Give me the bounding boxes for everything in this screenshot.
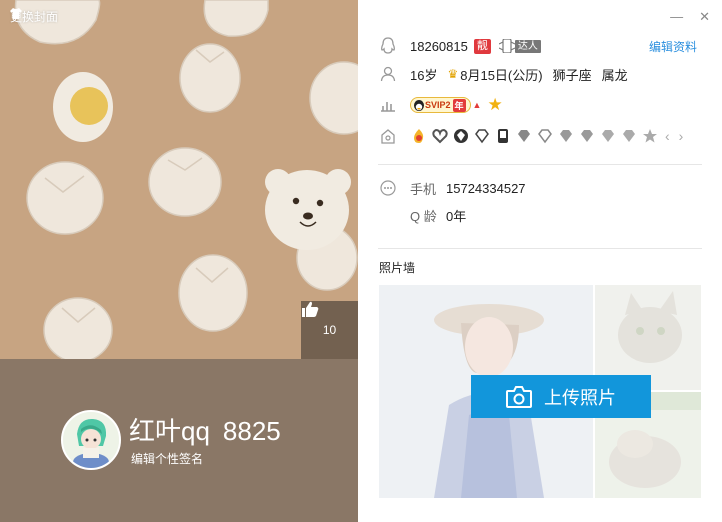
thumbs-up-icon	[302, 301, 319, 317]
up-arrow-icon: ▲	[472, 100, 482, 110]
shirt-icon	[10, 8, 22, 19]
like-count: 10	[322, 323, 337, 337]
diamond-badge-icon[interactable]	[557, 127, 575, 145]
qq-number-row: 18260815 靓 达人	[378, 36, 541, 56]
svip-badge[interactable]: SVIP2 年	[410, 97, 471, 113]
photo-wall: 上传照片	[379, 285, 701, 498]
diamond-badge-icon[interactable]	[578, 127, 596, 145]
minimize-button[interactable]: —	[670, 9, 683, 25]
like-button[interactable]: 10	[301, 301, 358, 359]
divider	[378, 164, 702, 165]
nickname-row: 红叶qq 8825	[129, 411, 301, 448]
signature-edit[interactable]: 编辑个性签名	[131, 450, 203, 467]
vip-row: SVIP2 年 ▲ ★	[378, 95, 503, 115]
heart-badge-icon[interactable]	[431, 127, 449, 145]
star-badge-icon[interactable]	[641, 127, 659, 145]
diamond-badge-icon[interactable]	[536, 127, 554, 145]
phone-row: 手机 15724334527	[378, 178, 526, 198]
badges-row: ‹ ›	[378, 126, 686, 146]
chevron-left-icon[interactable]: ‹	[665, 128, 670, 144]
right-panel: — ✕ 18260815 靓 达人 编辑资料 16岁 ♛ 8月15日(公历) 狮…	[358, 0, 722, 522]
qq-number: 18260815	[410, 38, 468, 54]
fire-badge-icon[interactable]	[410, 127, 428, 145]
mobile-badge-icon[interactable]	[494, 127, 512, 145]
person-icon	[378, 64, 398, 84]
qq-number-partial: 8825	[222, 416, 281, 446]
qage-label: Q 龄	[410, 209, 437, 224]
age: 16岁	[410, 67, 438, 83]
svip-label: SVIP2	[425, 100, 451, 110]
beauty-number-badge[interactable]: 靓	[473, 38, 491, 54]
level-chart-icon	[378, 95, 398, 115]
diamond-badge-icon[interactable]	[599, 127, 617, 145]
change-cover-button[interactable]: 更换封面	[10, 8, 58, 25]
talent-badge[interactable]: 达人	[498, 39, 541, 53]
upload-photo-label: 上传照片	[544, 387, 616, 408]
divider	[378, 248, 702, 249]
diamond-badge-icon[interactable]	[515, 127, 533, 145]
penguin-icon	[414, 100, 424, 111]
avatar-image	[63, 412, 119, 468]
chevron-right-icon[interactable]: ›	[679, 128, 684, 144]
gem-dark-badge-icon[interactable]	[452, 127, 470, 145]
more-dots-icon	[378, 178, 398, 198]
personal-info-row: 16岁 ♛ 8月15日(公历) 狮子座 属龙	[378, 64, 628, 84]
photo-wall-title: 照片墙	[379, 261, 416, 275]
diamond-badge-icon[interactable]	[620, 127, 638, 145]
upload-photo-button[interactable]: 上传照片	[471, 375, 651, 418]
diamond-badge-icon[interactable]	[473, 127, 491, 145]
penguin-icon	[378, 36, 398, 56]
edit-profile-link[interactable]: 编辑资料	[649, 38, 697, 55]
phone-icon	[498, 39, 515, 53]
camera-icon	[506, 385, 532, 408]
qage-value: 0年	[446, 209, 467, 224]
close-button[interactable]: ✕	[699, 9, 710, 25]
phone-value: 15724334527	[446, 180, 526, 196]
cover-image[interactable]: 更换封面 10	[0, 0, 358, 359]
svip-year: 年	[452, 98, 466, 112]
window-controls: — ✕	[670, 9, 710, 25]
avatar[interactable]	[61, 410, 121, 470]
talent-tag: 达人	[514, 39, 541, 53]
badge-list: ‹ ›	[410, 127, 686, 145]
zodiac: 狮子座	[552, 67, 592, 83]
house-icon	[378, 126, 398, 146]
left-panel: 更换封面 10 红叶qq 8825 编辑个性签名	[0, 0, 358, 522]
birthday: 8月15日(公历)	[460, 67, 543, 83]
crown-icon[interactable]: ★	[487, 95, 502, 115]
cake-icon: ♛	[447, 67, 459, 81]
chinese-zodiac: 属龙	[601, 67, 628, 83]
nickname: 红叶qq	[129, 416, 210, 446]
phone-label: 手机	[410, 181, 437, 197]
qage-row: Q 龄 0年	[410, 206, 466, 225]
